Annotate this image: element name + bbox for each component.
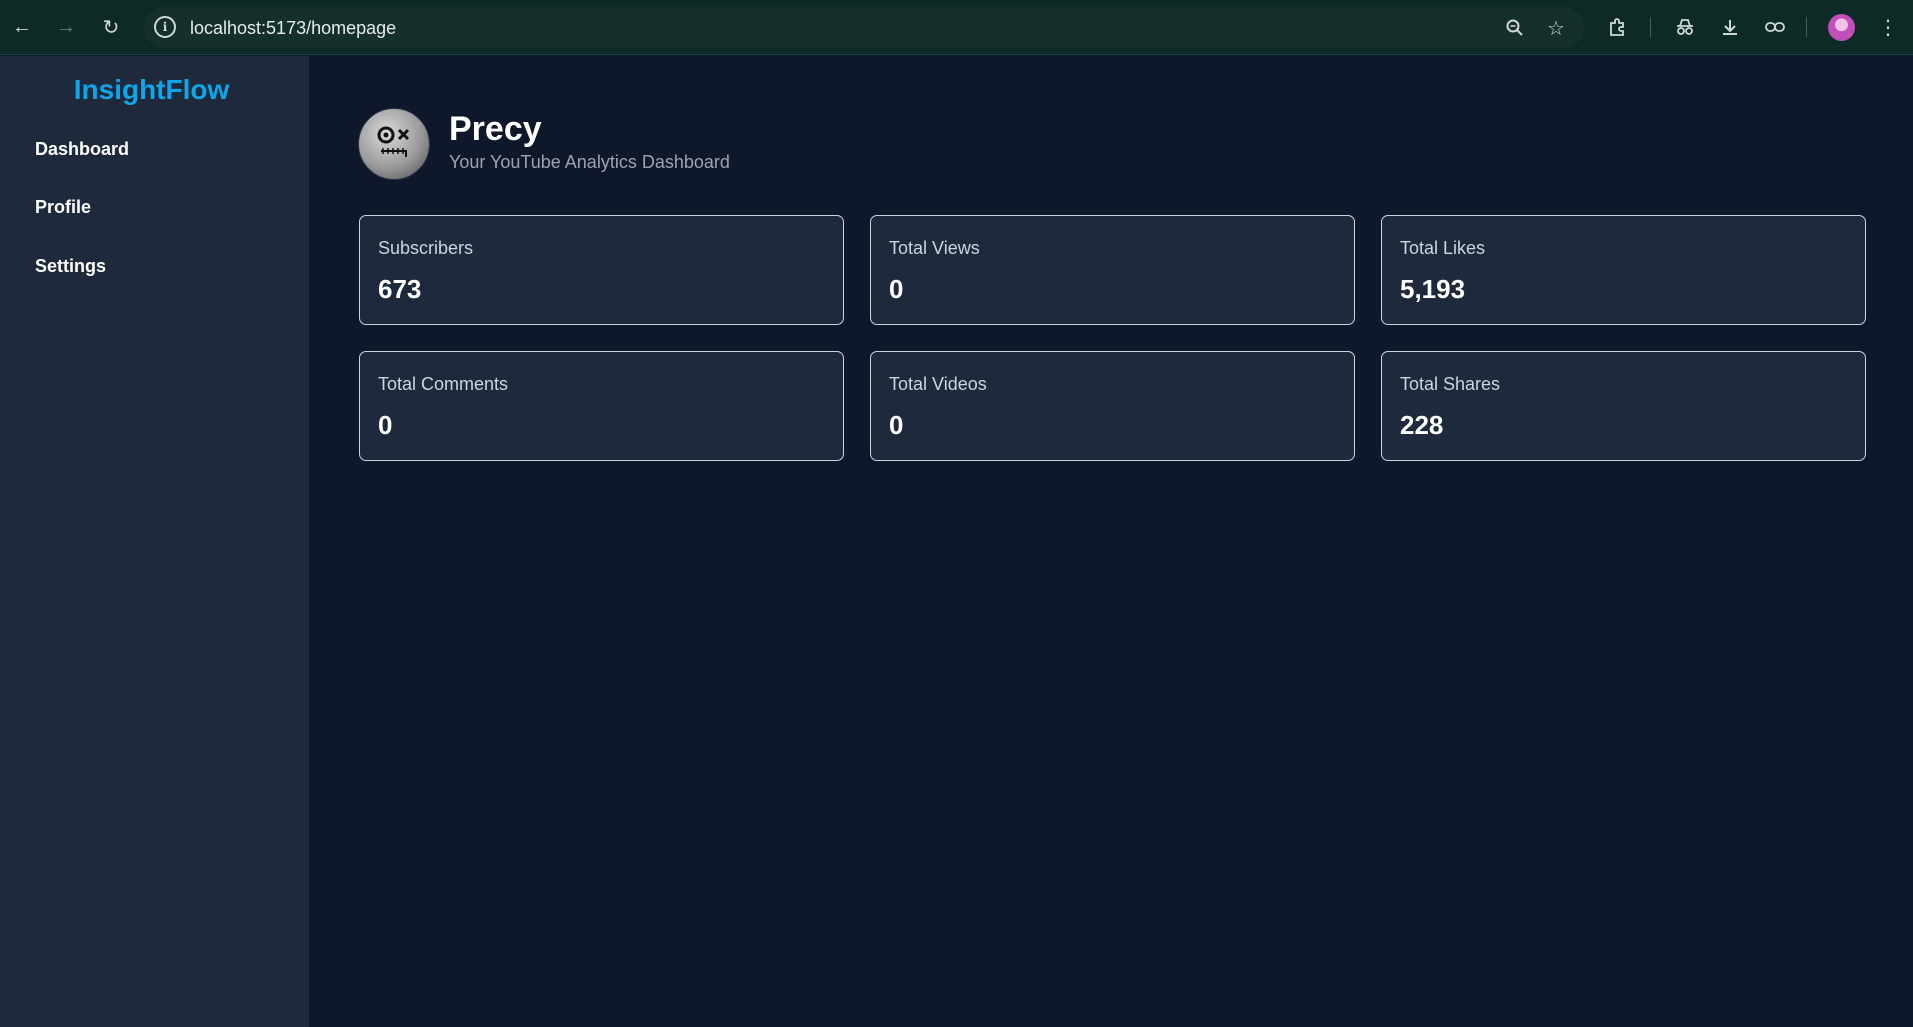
stat-label: Subscribers bbox=[378, 238, 474, 258]
browser-toolbar: ← → ↻ i localhost:5173/homepage ☆ ⋮ bbox=[0, 0, 1913, 55]
page-title: Precy bbox=[449, 110, 542, 148]
stat-label: Total Shares bbox=[1400, 374, 1501, 394]
stat-card-total-videos: Total Videos 0 bbox=[870, 351, 1355, 461]
site-info-icon[interactable]: i bbox=[154, 16, 176, 38]
bookmark-star-icon[interactable]: ☆ bbox=[1541, 13, 1571, 43]
stat-card-total-views: Total Views 0 bbox=[870, 215, 1355, 325]
stat-label: Total Videos bbox=[889, 374, 987, 394]
link-icon[interactable] bbox=[1759, 11, 1791, 43]
browser-profile-avatar[interactable] bbox=[1828, 14, 1855, 41]
address-url[interactable]: localhost:5173/homepage bbox=[190, 18, 396, 39]
stat-value: 228 bbox=[1400, 410, 1444, 440]
stat-card-subscribers: Subscribers 673 bbox=[359, 215, 844, 325]
toolbar-divider bbox=[1806, 17, 1807, 37]
stat-label: Total Likes bbox=[1400, 238, 1486, 258]
sidebar-item-dashboard[interactable]: Dashboard bbox=[35, 139, 129, 160]
brand-logo[interactable]: InsightFlow bbox=[0, 74, 303, 106]
sidebar-item-profile[interactable]: Profile bbox=[35, 197, 91, 218]
stat-value: 5,193 bbox=[1400, 274, 1466, 304]
address-bar[interactable]: i localhost:5173/homepage ☆ bbox=[144, 7, 1584, 48]
reload-icon[interactable]: ↻ bbox=[94, 10, 128, 44]
kebab-menu-icon[interactable]: ⋮ bbox=[1872, 11, 1904, 43]
incognito-icon[interactable] bbox=[1669, 11, 1701, 43]
stat-value: 0 bbox=[378, 410, 393, 440]
zoom-icon[interactable] bbox=[1500, 13, 1530, 43]
sidebar: InsightFlow Dashboard Profile Settings bbox=[0, 56, 309, 1027]
stat-label: Total Comments bbox=[378, 374, 509, 394]
page-subtitle: Your YouTube Analytics Dashboard bbox=[449, 152, 730, 172]
forward-icon[interactable]: → bbox=[49, 10, 83, 44]
stat-card-total-likes: Total Likes 5,193 bbox=[1381, 215, 1866, 325]
toolbar-divider bbox=[1650, 17, 1651, 37]
stat-label: Total Views bbox=[889, 238, 980, 258]
stat-card-total-comments: Total Comments 0 bbox=[359, 351, 844, 461]
sidebar-item-settings[interactable]: Settings bbox=[35, 256, 106, 277]
stat-value: 0 bbox=[889, 274, 904, 304]
extensions-puzzle-icon[interactable] bbox=[1601, 11, 1633, 43]
stat-card-total-shares: Total Shares 228 bbox=[1381, 351, 1866, 461]
stat-value: 673 bbox=[378, 274, 422, 304]
download-icon[interactable] bbox=[1714, 11, 1746, 43]
avatar bbox=[358, 108, 430, 180]
main-content: Precy Your YouTube Analytics Dashboard S… bbox=[309, 56, 1913, 1027]
back-icon[interactable]: ← bbox=[5, 10, 39, 44]
stat-value: 0 bbox=[889, 410, 904, 440]
